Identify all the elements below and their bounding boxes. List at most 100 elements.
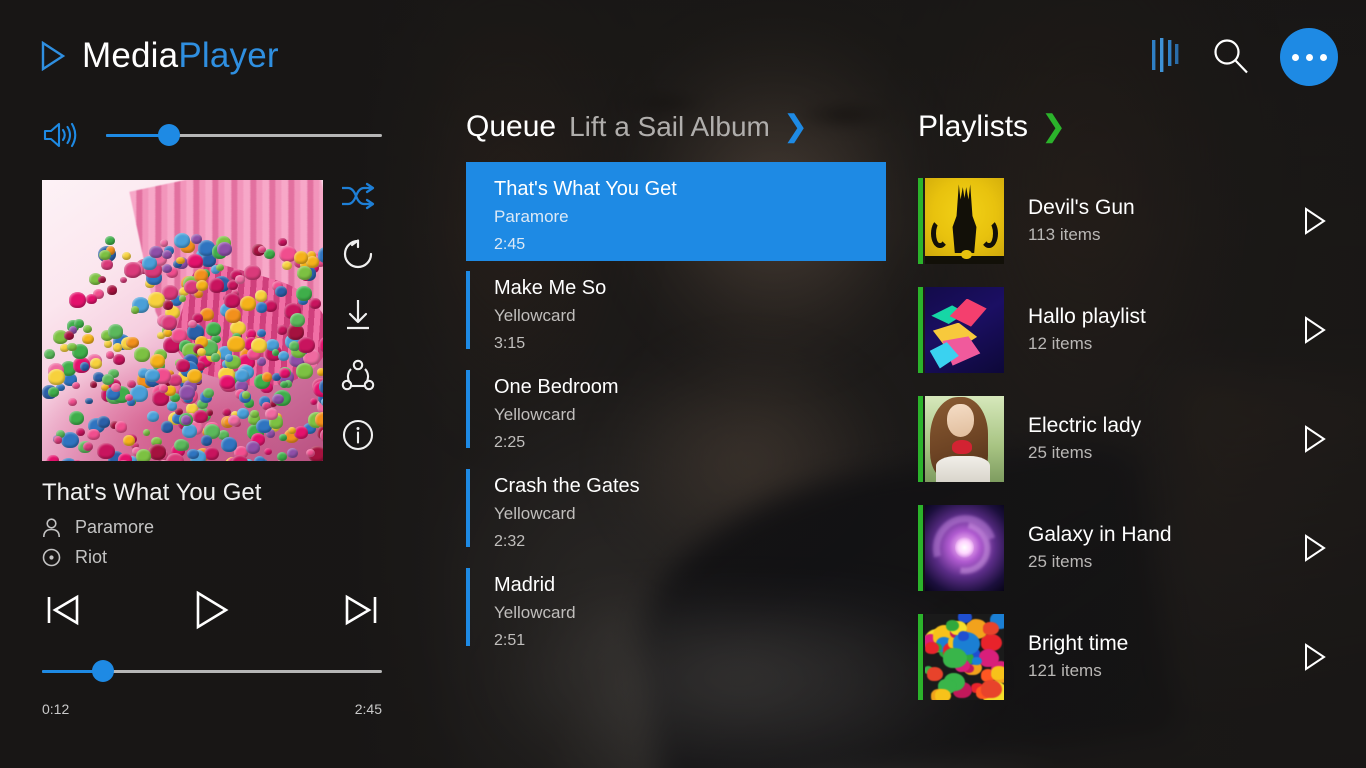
play-icon[interactable] (192, 588, 232, 632)
playlists-panel: Playlists ❯ Devil's Gun 113 items Hallo pl… (918, 110, 1338, 711)
queue-item[interactable]: Make Me So Yellowcard 3:15 (466, 261, 886, 360)
total-time: 2:45 (355, 701, 382, 717)
app-header: MediaPlayer (0, 0, 1366, 110)
playlist-thumbnail-wrap (918, 614, 1004, 700)
volume-slider[interactable] (106, 124, 382, 146)
progress-times: 0:12 2:45 (42, 701, 382, 717)
skip-next-icon[interactable] (340, 589, 382, 631)
search-icon[interactable] (1210, 36, 1252, 78)
playlist-name: Galaxy in Hand (1028, 521, 1292, 549)
player-panel: That's What You Get Paramore Riot 0:12 2… (0, 110, 420, 768)
progress-control: 0:12 2:45 (42, 660, 382, 717)
shuffle-icon[interactable] (340, 182, 376, 210)
playlist-name: Hallo playlist (1028, 303, 1292, 331)
playlist-item-count: 25 items (1028, 440, 1292, 466)
queue-item-artist: Paramore (494, 203, 886, 231)
playlist-artwork (925, 505, 1004, 591)
playlist-item[interactable]: Galaxy in Hand 25 items (918, 493, 1338, 602)
playlist-item[interactable]: Hallo playlist 12 items (918, 275, 1338, 384)
playlists-list: Devil's Gun 113 items Hallo playlist 12 ite… (918, 166, 1338, 711)
playlist-meta: Hallo playlist 12 items (1004, 303, 1292, 357)
queue-item-duration: 2:51 (494, 627, 886, 654)
playlist-item[interactable]: Electric lady 25 items (918, 384, 1338, 493)
play-icon (1302, 533, 1328, 563)
playlist-thumbnail-wrap (918, 287, 1004, 373)
playlist-item-count: 121 items (1028, 658, 1292, 684)
queue-item-duration: 3:15 (494, 330, 886, 357)
playlist-accent-bar (918, 178, 923, 264)
play-triangle-icon (40, 41, 66, 71)
volume-slider-thumb[interactable] (158, 124, 180, 146)
queue-item-artist: Yellowcard (494, 500, 886, 528)
disc-icon (42, 548, 61, 567)
queue-item-title: Crash the Gates (494, 472, 886, 500)
more-options-button[interactable] (1280, 28, 1338, 86)
queue-item-artist: Yellowcard (494, 599, 886, 627)
now-playing-album: Riot (75, 547, 107, 568)
page-title: MediaPlayer (82, 38, 279, 73)
queue-item-accent (466, 271, 470, 349)
playlist-name: Bright time (1028, 630, 1292, 658)
playlist-item-count: 113 items (1028, 222, 1292, 248)
playlist-name: Electric lady (1028, 412, 1292, 440)
now-playing-album-row: Riot (42, 547, 372, 568)
playlist-play-button[interactable] (1292, 642, 1338, 672)
queue-item[interactable]: Crash the Gates Yellowcard 2:32 (466, 459, 886, 558)
playlist-artwork (925, 614, 1004, 700)
brand-name-secondary: Player (178, 36, 278, 75)
queue-item[interactable]: Madrid Yellowcard 2:51 (466, 558, 886, 657)
queue-header: Queue Lift a Sail Album ❯ (466, 110, 886, 144)
play-icon (1302, 206, 1328, 236)
play-icon (1302, 424, 1328, 454)
info-icon[interactable] (341, 418, 375, 452)
playlist-play-button[interactable] (1292, 315, 1338, 345)
playlist-accent-bar (918, 614, 923, 700)
queue-item-title: Make Me So (494, 274, 886, 302)
equalizer-icon[interactable] (1148, 36, 1182, 78)
transport-controls (42, 588, 382, 632)
playlist-play-button[interactable] (1292, 533, 1338, 563)
playlist-artwork (925, 396, 1004, 482)
playlist-play-button[interactable] (1292, 206, 1338, 236)
chevron-right-icon[interactable]: ❯ (1041, 112, 1066, 142)
playlist-play-button[interactable] (1292, 424, 1338, 454)
skip-previous-icon[interactable] (42, 589, 84, 631)
queue-item-title: That's What You Get (494, 175, 886, 203)
queue-subheading: Lift a Sail Album (569, 111, 770, 143)
now-playing-title: That's What You Get (42, 478, 372, 508)
queue-item-accent (466, 469, 470, 547)
play-icon (1302, 315, 1328, 345)
queue-panel: Queue Lift a Sail Album ❯ That's What Yo… (466, 110, 886, 657)
playlist-meta: Devil's Gun 113 items (1004, 194, 1292, 248)
playlist-item-count: 12 items (1028, 331, 1292, 357)
album-artwork[interactable] (42, 180, 323, 461)
playlist-artwork (925, 178, 1004, 264)
repeat-icon[interactable] (341, 237, 375, 271)
playlist-name: Devil's Gun (1028, 194, 1292, 222)
queue-item[interactable]: That's What You Get Paramore 2:45 (466, 162, 886, 261)
playlists-heading: Playlists (918, 110, 1028, 144)
progress-slider-thumb[interactable] (92, 660, 114, 682)
playlist-thumbnail-wrap (918, 178, 1004, 264)
person-icon (42, 518, 61, 538)
download-icon[interactable] (342, 298, 374, 332)
app-brand[interactable]: MediaPlayer (40, 38, 279, 73)
playlist-item-count: 25 items (1028, 549, 1292, 575)
queue-item-duration: 2:32 (494, 528, 886, 555)
chevron-right-icon[interactable]: ❯ (783, 112, 808, 142)
queue-item[interactable]: One Bedroom Yellowcard 2:25 (466, 360, 886, 459)
queue-item-accent (466, 370, 470, 448)
playlist-artwork (925, 287, 1004, 373)
queue-item-title: One Bedroom (494, 373, 886, 401)
playlist-meta: Bright time 121 items (1004, 630, 1292, 684)
volume-speaker-icon[interactable] (42, 120, 78, 150)
playlist-item[interactable]: Bright time 121 items (918, 602, 1338, 711)
progress-slider[interactable] (42, 660, 382, 682)
now-playing-artist-row: Paramore (42, 517, 372, 538)
player-side-actions (340, 182, 376, 452)
playlist-item[interactable]: Devil's Gun 113 items (918, 166, 1338, 275)
brand-name-primary: Media (82, 36, 178, 75)
share-icon[interactable] (341, 359, 375, 391)
playlist-thumbnail-wrap (918, 396, 1004, 482)
queue-item-artist: Yellowcard (494, 302, 886, 330)
